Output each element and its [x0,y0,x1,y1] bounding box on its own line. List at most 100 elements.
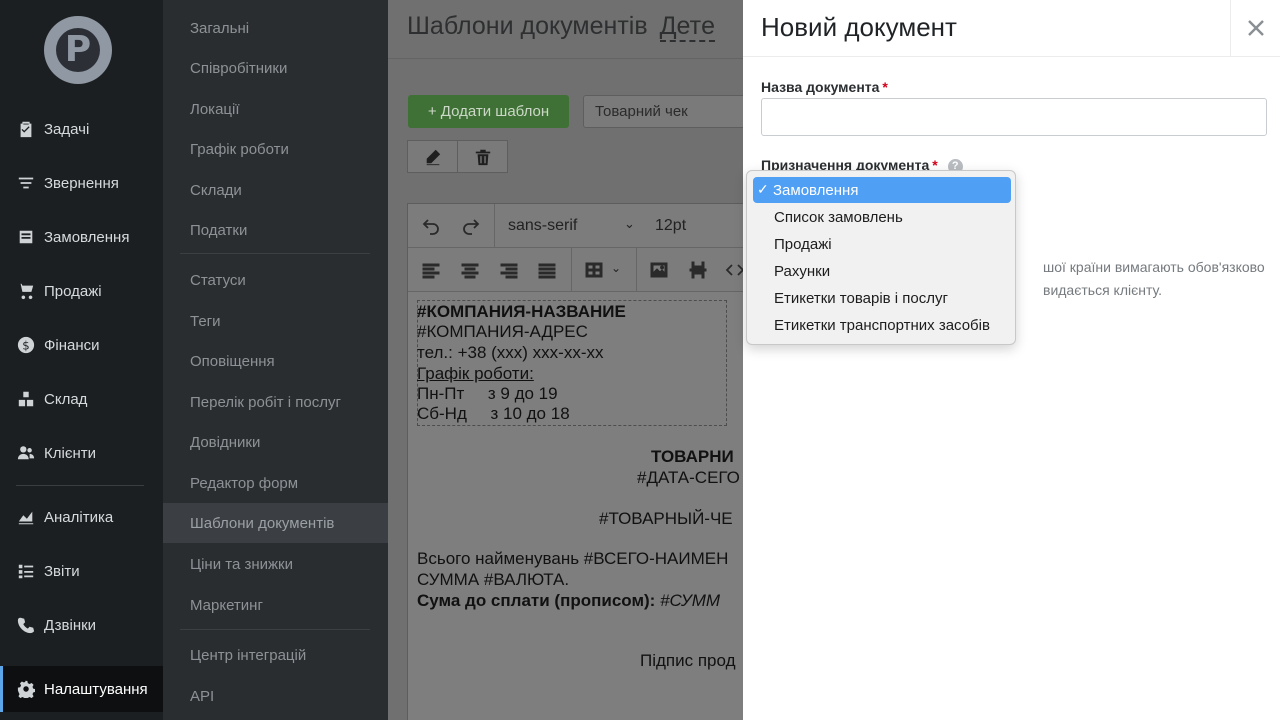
code-icon[interactable] [722,257,743,283]
align-right-icon[interactable] [496,257,522,283]
checkmark-icon: ✓ [757,181,769,197]
phone-icon [16,615,36,635]
doc-phone: тел.: +38 (xxx) xxx-xx-xx [417,343,604,362]
page-title: Шаблони документів Детe [407,12,715,42]
sidebar-item-requests[interactable]: Звернення [0,160,163,206]
submenu-item-schedule[interactable]: Графік роботи [163,129,388,169]
image-icon[interactable] [646,257,672,283]
delete-button[interactable] [457,140,508,173]
submenu-item-integrations[interactable]: Центр інтеграцій [163,635,388,675]
document-purpose-dropdown: ✓ Замовлення Список замовлень Продажі Рах… [746,170,1016,345]
dropdown-option-orders[interactable]: ✓ Замовлення [753,177,1011,203]
dropdown-option-vehicle-labels[interactable]: Етикетки транспортних засобів [753,312,1011,338]
content-area: Шаблони документів Детe + Додати шаблон Т… [388,0,743,720]
doc-schedule-title: Графік роботи: [417,364,534,383]
submenu-item-tags[interactable]: Теги [163,301,388,341]
logo[interactable]: P [44,16,112,84]
submenu-item-statuses[interactable]: Статуси [163,260,388,300]
close-icon [1247,20,1264,36]
document-editor[interactable]: sans-serif ⌄ 12pt ⌄ #КОМПАНИЯ-НАЗВАНИЕ #… [407,203,743,720]
font-size-select[interactable]: 12pt [655,217,686,235]
sidebar-item-label: Фінанси [44,336,100,354]
gear-icon [16,679,36,699]
table-icon[interactable] [581,257,607,283]
submenu-item-services[interactable]: Перелік робіт і послуг [163,382,388,422]
sidebar-item-analytics[interactable]: Аналітика [0,494,163,540]
sidebar-item-label: Звіти [44,562,80,580]
submenu-item-warehouses[interactable]: Склади [163,170,388,210]
document-name-label-text: Назва документа [761,79,880,95]
order-icon [16,227,36,247]
dropdown-option-label: Замовлення [773,181,859,199]
align-center-icon[interactable] [457,257,483,283]
doc-date-var: #ДАТА-СЕГО [637,468,740,487]
clipboard-icon [16,119,36,139]
redo-icon[interactable] [458,213,484,239]
submenu-item-general[interactable]: Загальні [163,8,388,48]
dropdown-option-order-list[interactable]: Список замовлень [753,204,1011,230]
submenu-item-form-editor[interactable]: Редактор форм [163,463,388,503]
align-justify-icon[interactable] [534,257,560,283]
panel-title: Новий документ [761,12,957,42]
dropdown-option-product-labels[interactable]: Етикетки товарів і послуг [753,285,1011,311]
sidebar-item-orders[interactable]: Замовлення [0,214,163,260]
submenu-item-notifications[interactable]: Оповіщення [163,341,388,381]
page-break-icon[interactable] [685,257,711,283]
submenu-item-prices[interactable]: Ціни та знижки [163,544,388,584]
edit-button[interactable] [407,140,458,173]
dropdown-option-sales[interactable]: Продажі [753,231,1011,257]
font-family-select[interactable]: sans-serif [508,217,577,235]
doc-schedule-weekend: Сб-Нд з 10 до 18 [417,404,570,423]
template-select[interactable]: Товарний чек [583,95,743,128]
sidebar-item-settings[interactable]: Налаштування [0,666,163,712]
hint-text-line-2: видається клієнту. [1043,282,1163,298]
sidebar-item-label: Продажі [44,282,102,300]
add-template-button[interactable]: + Додати шаблон [408,95,569,128]
doc-sum-currency: СУММА #ВАЛЮТА. [417,570,570,589]
close-button[interactable] [1230,0,1280,56]
dollar-icon: $ [16,335,36,355]
sidebar-item-tasks[interactable]: Задачі [0,106,163,152]
toolbar-divider [494,204,495,248]
sidebar-item-label: Дзвінки [44,616,97,634]
submenu-item-employees[interactable]: Співробітники [163,48,388,88]
boxes-icon [16,389,36,409]
sidebar-item-calls[interactable]: Дзвінки [0,602,163,648]
users-icon [16,443,36,463]
submenu-item-api[interactable]: API [163,676,388,716]
sidebar-item-sales[interactable]: Продажі [0,268,163,314]
submenu-item-document-templates[interactable]: Шаблони документів [163,503,388,543]
submenu-item-directories[interactable]: Довідники [163,422,388,462]
page-title-link[interactable]: Детe [659,12,715,42]
sidebar-item-label: Аналітика [44,508,114,526]
sidebar-item-warehouse[interactable]: Склад [0,376,163,422]
document-body[interactable]: #КОМПАНИЯ-НАЗВАНИЕ #КОМПАНИЯ-АДРЕС тел.:… [408,292,743,720]
cart-icon [16,281,36,301]
sidebar-item-reports[interactable]: Звіти [0,548,163,594]
document-name-label: Назва документа * [761,79,888,95]
hint-text-line-1: шої країни вимагають обов'язково [1043,259,1265,275]
submenu-item-marketing[interactable]: Маркетинг [163,585,388,625]
page-title-text: Шаблони документів [407,12,648,40]
list-icon [16,561,36,581]
doc-total-items: Всього найменувань #ВСЕГО-НАИМЕН [417,549,729,568]
doc-receipt-var: #ТОВАРНЫЙ-ЧЕ [599,509,733,528]
document-name-input[interactable] [761,98,1267,136]
sidebar-item-label: Звернення [44,174,119,192]
logo-inner: P [56,28,100,72]
undo-icon[interactable] [418,213,444,239]
trash-icon [475,149,490,165]
submenu-item-taxes[interactable]: Податки [163,210,388,250]
filter-icon [16,173,36,193]
svg-text:$: $ [22,339,29,353]
sidebar-item-clients[interactable]: Клієнти [0,430,163,476]
chevron-down-icon[interactable]: ⌄ [624,216,635,232]
toolbar-divider [636,248,637,292]
submenu-item-locations[interactable]: Локації [163,89,388,129]
doc-sum-words: Сума до сплати (прописом): #СУММ [417,591,720,611]
toolbar-divider [571,248,572,292]
chevron-down-icon[interactable]: ⌄ [611,261,621,275]
align-left-icon[interactable] [418,257,444,283]
sidebar-item-finance[interactable]: $ Фінанси [0,322,163,368]
dropdown-option-invoices[interactable]: Рахунки [753,258,1011,284]
